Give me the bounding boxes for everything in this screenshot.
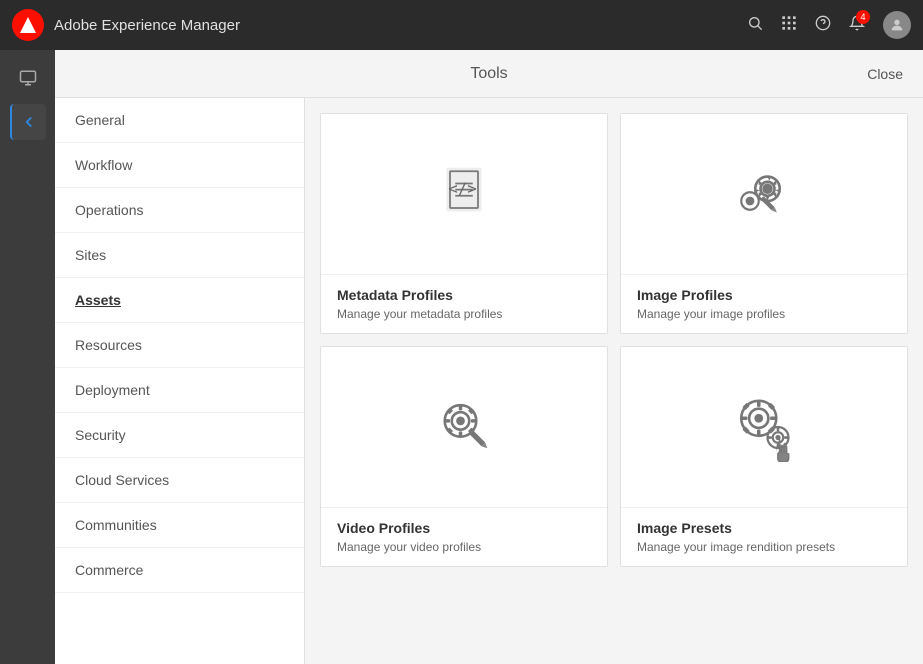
content-area: Tools Close General Workflow Operations … [55,50,923,664]
left-rail [0,50,55,664]
card-desc-video: Manage your video profiles [337,540,591,554]
card-title-video: Video Profiles [337,520,591,536]
card-title-image-profiles: Image Profiles [637,287,891,303]
notifications-icon[interactable]: 4 [849,15,865,36]
card-desc-image-profiles: Manage your image profiles [637,307,891,321]
top-navigation: Adobe Experience Manager [0,0,923,50]
card-info-presets: Image Presets Manage your image renditio… [621,507,907,566]
sidebar-item-security[interactable]: Security [55,413,304,458]
sidebar-item-cloud-services[interactable]: Cloud Services [55,458,304,503]
card-icon-area-video [321,347,607,507]
card-title-metadata: Metadata Profiles [337,287,591,303]
card-title-presets: Image Presets [637,520,891,536]
app-logo [12,9,44,41]
user-avatar[interactable] [883,11,911,39]
svg-text:</>: </> [448,179,476,198]
sidebar-item-workflow[interactable]: Workflow [55,143,304,188]
top-nav-icons: 4 [747,11,911,39]
rail-back-icon[interactable] [10,104,46,140]
card-metadata-profiles[interactable]: </> Metadata Profiles Manage your metada… [320,113,608,334]
help-icon[interactable] [815,15,831,36]
app-title: Adobe Experience Manager [54,17,747,34]
card-image-profiles[interactable]: Image Profiles Manage your image profile… [620,113,908,334]
card-info-video: Video Profiles Manage your video profile… [321,507,607,566]
card-icon-area-image-profiles [621,114,907,274]
sidebar: General Workflow Operations Sites Assets… [55,98,305,664]
tools-title: Tools [470,65,507,83]
card-image-presets[interactable]: Image Presets Manage your image renditio… [620,346,908,567]
sidebar-item-general[interactable]: General [55,98,304,143]
card-desc-metadata: Manage your metadata profiles [337,307,591,321]
card-icon-area-metadata: </> [321,114,607,274]
inner-layout: General Workflow Operations Sites Assets… [55,98,923,664]
sidebar-item-deployment[interactable]: Deployment [55,368,304,413]
card-video-profiles[interactable]: Video Profiles Manage your video profile… [320,346,608,567]
rail-tools-icon[interactable] [10,60,46,96]
main-layout: Tools Close General Workflow Operations … [0,50,923,664]
search-icon[interactable] [747,15,763,36]
sidebar-item-sites[interactable]: Sites [55,233,304,278]
notification-badge: 4 [856,10,870,24]
grid-icon[interactable] [781,15,797,36]
cards-area: </> Metadata Profiles Manage your metada… [305,98,923,664]
sidebar-item-assets[interactable]: Assets [55,278,304,323]
card-info-image-profiles: Image Profiles Manage your image profile… [621,274,907,333]
sidebar-item-communities[interactable]: Communities [55,503,304,548]
card-icon-area-presets [621,347,907,507]
sidebar-item-resources[interactable]: Resources [55,323,304,368]
tools-header: Tools Close [55,50,923,98]
card-info-metadata: Metadata Profiles Manage your metadata p… [321,274,607,333]
close-button[interactable]: Close [867,66,903,82]
card-desc-presets: Manage your image rendition presets [637,540,891,554]
sidebar-item-operations[interactable]: Operations [55,188,304,233]
sidebar-item-commerce[interactable]: Commerce [55,548,304,593]
